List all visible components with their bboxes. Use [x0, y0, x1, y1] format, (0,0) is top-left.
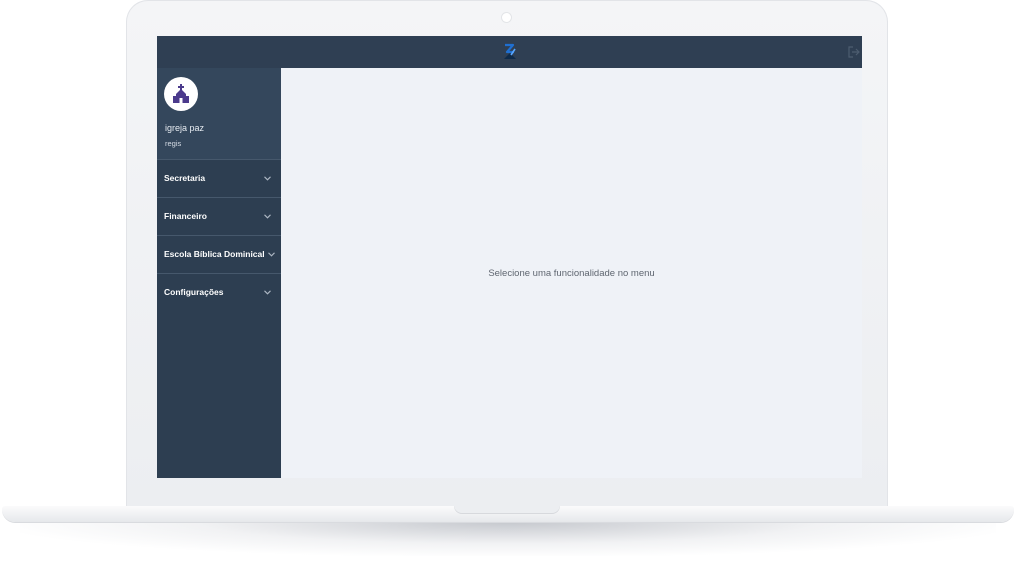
user-name: regis	[165, 139, 182, 148]
chevron-down-icon	[264, 176, 271, 181]
church-icon	[173, 84, 189, 103]
top-navbar	[157, 36, 862, 68]
sidebar-item-label: Secretaria	[164, 173, 206, 183]
profile-panel: igreja paz regis	[157, 68, 281, 160]
laptop-notch	[454, 506, 560, 514]
sidebar-item-configuracoes[interactable]: Configurações	[157, 274, 281, 311]
app-screen: igreja paz regis Secretaria Financeiro E…	[157, 36, 862, 478]
sidebar: igreja paz regis Secretaria Financeiro E…	[157, 68, 281, 478]
org-name: igreja paz	[165, 123, 205, 133]
logout-icon[interactable]	[848, 46, 860, 58]
sidebar-item-escola-biblica-dominical[interactable]: Escola Bíblica Dominical	[157, 236, 281, 274]
chevron-down-icon	[268, 252, 275, 257]
sidebar-item-label: Financeiro	[164, 211, 207, 221]
sidebar-menu: Secretaria Financeiro Escola Bíblica Dom…	[157, 160, 281, 311]
laptop-camera	[502, 13, 511, 22]
sidebar-item-label: Escola Bíblica Dominical	[164, 249, 265, 259]
sidebar-item-label: Configurações	[164, 287, 224, 297]
brand-logo-icon[interactable]	[502, 43, 518, 61]
sidebar-item-secretaria[interactable]: Secretaria	[157, 160, 281, 198]
laptop-shadow	[20, 522, 996, 556]
avatar[interactable]	[164, 77, 198, 111]
chevron-down-icon	[264, 290, 271, 295]
main-content: Selecione uma funcionalidade no menu	[281, 68, 862, 478]
empty-state-message: Selecione uma funcionalidade no menu	[488, 268, 655, 279]
sidebar-item-financeiro[interactable]: Financeiro	[157, 198, 281, 236]
chevron-down-icon	[264, 214, 271, 219]
